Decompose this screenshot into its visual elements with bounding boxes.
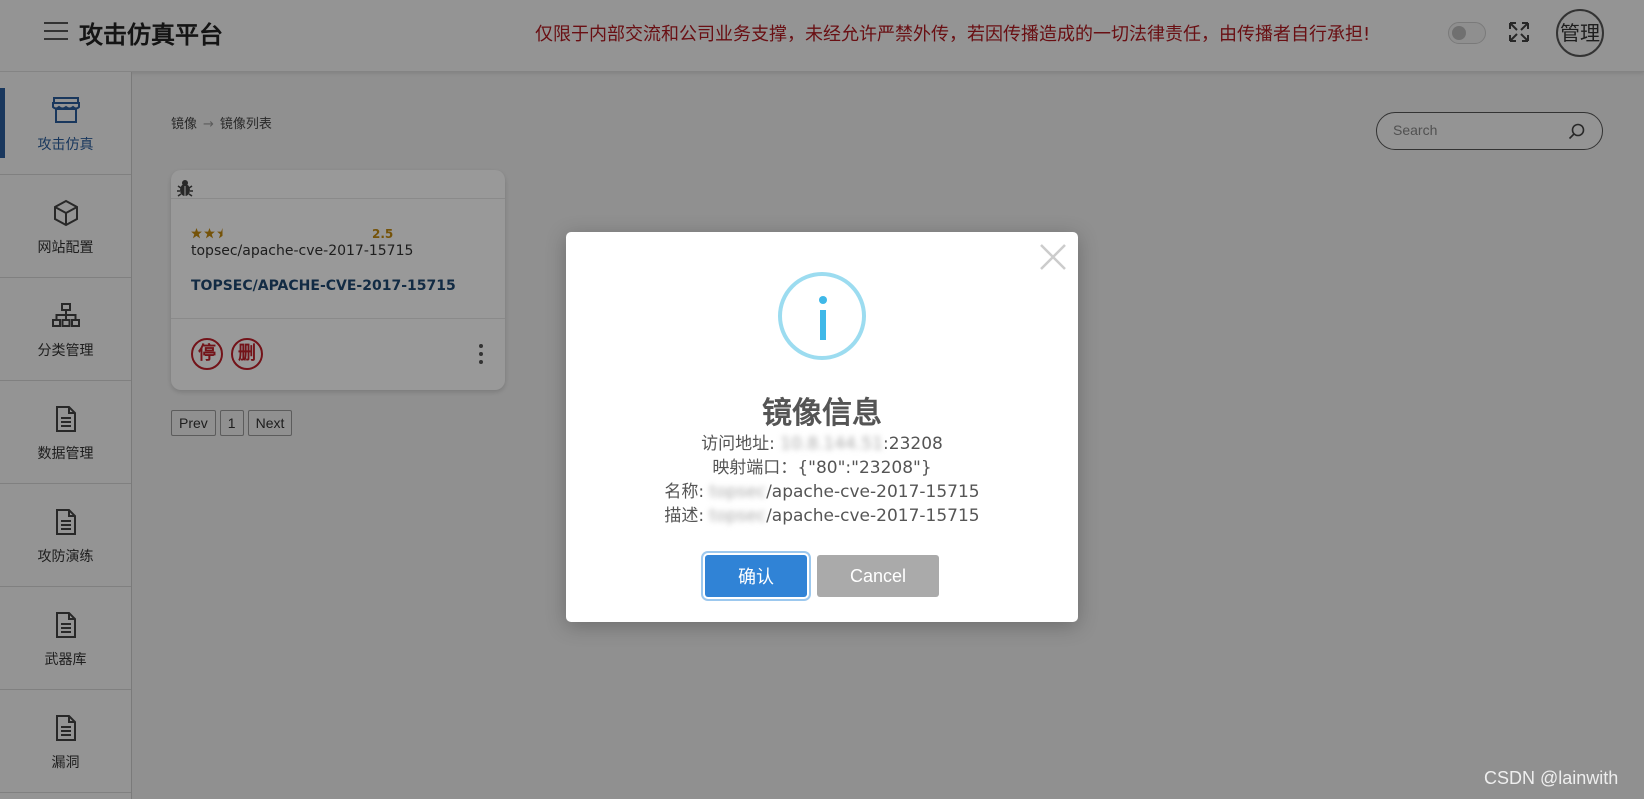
access-address-ip: 10.8.144.51: [780, 434, 884, 454]
confirm-button[interactable]: 确认: [705, 555, 807, 597]
name-label: 名称:: [664, 482, 710, 502]
port-mapping-row: 映射端口：{"80":"23208"}: [566, 456, 1078, 480]
dialog-body: 访问地址: 10.8.144.51:23208 映射端口：{"80":"2320…: [566, 432, 1078, 528]
watermark: CSDN @lainwith: [1484, 768, 1619, 788]
description-row: 描述: topsec/apache-cve-2017-15715: [566, 504, 1078, 528]
image-info-dialog: 镜像信息 访问地址: 10.8.144.51:23208 映射端口：{"80":…: [566, 232, 1078, 622]
port-mapping-label: 映射端口：: [712, 458, 798, 478]
access-address-row: 访问地址: 10.8.144.51:23208: [566, 432, 1078, 456]
name-prefix: topsec: [709, 482, 767, 502]
dialog-title: 镜像信息: [762, 396, 882, 431]
description-prefix: topsec: [709, 506, 767, 526]
description-value: /apache-cve-2017-15715: [766, 506, 980, 526]
description-label: 描述:: [664, 506, 710, 526]
cancel-button[interactable]: Cancel: [817, 555, 939, 597]
name-value: /apache-cve-2017-15715: [766, 482, 980, 502]
name-row: 名称: topsec/apache-cve-2017-15715: [566, 480, 1078, 504]
access-address-label: 访问地址:: [701, 434, 781, 454]
access-address-port: :23208: [883, 434, 943, 454]
port-mapping-value: {"80":"23208"}: [797, 458, 932, 478]
info-icon: [778, 272, 866, 360]
close-icon[interactable]: [1038, 242, 1068, 272]
